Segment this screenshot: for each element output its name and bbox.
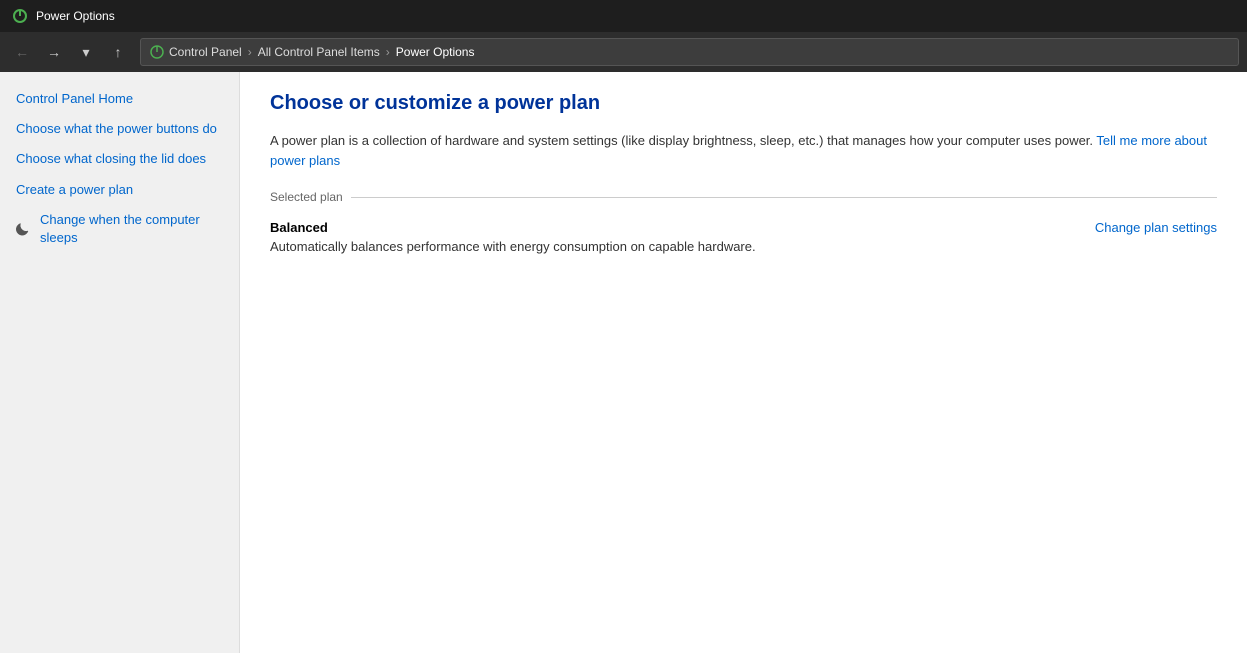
main-content: Choose or customize a power plan A power… bbox=[240, 72, 1247, 653]
page-description: A power plan is a collection of hardware… bbox=[270, 131, 1217, 170]
window-title: Power Options bbox=[36, 9, 115, 23]
plan-description: Automatically balances performance with … bbox=[270, 239, 756, 254]
plan-name: Balanced bbox=[270, 220, 756, 235]
plan-info: Balanced Automatically balances performa… bbox=[270, 220, 756, 254]
power-options-icon bbox=[12, 8, 28, 24]
sidebar-item-closing-lid[interactable]: Choose what closing the lid does bbox=[0, 144, 239, 174]
nav-bar: ← → ▾ ↑ Control Panel › All Control Pane… bbox=[0, 32, 1247, 72]
plan-section-header: Selected plan bbox=[270, 190, 1217, 204]
sidebar-item-computer-sleeps[interactable]: Change when the computer sleeps bbox=[0, 205, 239, 253]
plan-section: Selected plan Balanced Automatically bal… bbox=[270, 190, 1217, 258]
sidebar: Control Panel Home Choose what the power… bbox=[0, 72, 240, 653]
plan-card: Balanced Automatically balances performa… bbox=[270, 216, 1217, 258]
address-bar-icon bbox=[149, 44, 165, 60]
plan-section-divider bbox=[351, 197, 1217, 198]
breadcrumb-power-options: Power Options bbox=[396, 45, 475, 59]
forward-button[interactable]: → bbox=[40, 38, 68, 66]
breadcrumb-all-items[interactable]: All Control Panel Items bbox=[258, 45, 380, 59]
moon-icon bbox=[16, 221, 32, 237]
change-plan-settings-link[interactable]: Change plan settings bbox=[1095, 220, 1217, 235]
address-bar[interactable]: Control Panel › All Control Panel Items … bbox=[140, 38, 1239, 66]
sidebar-item-create-power-plan[interactable]: Create a power plan bbox=[0, 175, 239, 205]
dropdown-button[interactable]: ▾ bbox=[72, 38, 100, 66]
selected-plan-label: Selected plan bbox=[270, 190, 343, 204]
page-title: Choose or customize a power plan bbox=[270, 92, 1217, 115]
up-button[interactable]: ↑ bbox=[104, 38, 132, 66]
sidebar-item-power-buttons[interactable]: Choose what the power buttons do bbox=[0, 114, 239, 144]
title-bar: Power Options bbox=[0, 0, 1247, 32]
breadcrumb-control-panel[interactable]: Control Panel bbox=[169, 45, 242, 59]
main-container: Control Panel Home Choose what the power… bbox=[0, 72, 1247, 653]
sidebar-item-control-panel-home[interactable]: Control Panel Home bbox=[0, 84, 239, 114]
back-button[interactable]: ← bbox=[8, 38, 36, 66]
